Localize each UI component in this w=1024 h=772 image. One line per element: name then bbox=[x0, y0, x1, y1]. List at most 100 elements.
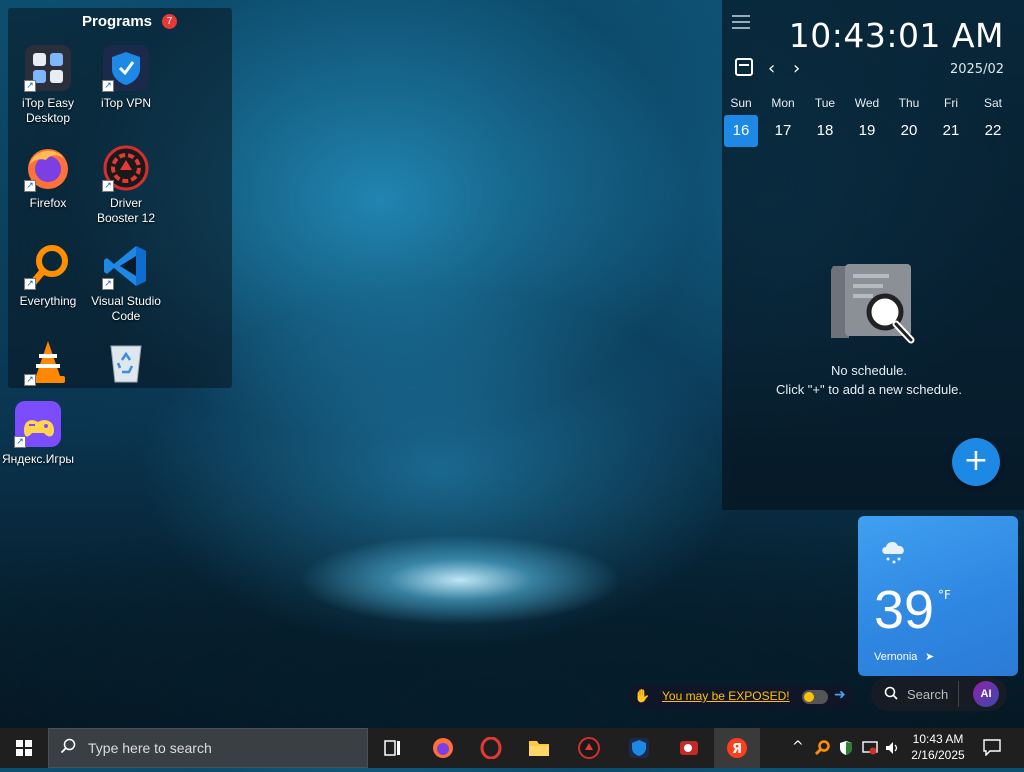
taskbar-opera[interactable] bbox=[468, 728, 514, 768]
divider bbox=[958, 681, 959, 707]
shortcut-arrow-icon: ↗ bbox=[24, 278, 36, 290]
month-label: 2025/02 bbox=[949, 62, 1004, 77]
fence-count-badge: 7 bbox=[162, 14, 177, 29]
start-button[interactable] bbox=[0, 728, 48, 768]
day-cell[interactable]: 17 bbox=[766, 115, 800, 147]
empty-schedule-icon bbox=[823, 258, 915, 348]
exposed-toggle[interactable] bbox=[802, 690, 828, 704]
desktop-icon-driver-booster[interactable]: ↗ Driver Booster 12 bbox=[88, 144, 164, 226]
add-schedule-button[interactable]: + bbox=[952, 438, 1000, 486]
firefox-icon: ↗ bbox=[24, 144, 72, 192]
taskbar-clock[interactable]: 10:43 AM 2/16/2025 bbox=[906, 731, 970, 763]
itop-vpn-icon bbox=[629, 738, 649, 758]
taskbar-screen-recorder[interactable] bbox=[666, 728, 712, 768]
taskbar-file-explorer[interactable] bbox=[516, 728, 562, 768]
day-cell[interactable]: 22 bbox=[976, 115, 1010, 147]
icon-label: iTop Easy Desktop bbox=[21, 96, 75, 125]
notification-icon[interactable] bbox=[982, 738, 1002, 757]
weekday-label: Tue bbox=[814, 96, 836, 110]
search-icon bbox=[60, 738, 76, 754]
icon-label: Visual Studio Code bbox=[91, 294, 161, 323]
taskbar-driver-booster[interactable] bbox=[566, 728, 612, 768]
location-arrow-icon: ➤ bbox=[925, 650, 935, 663]
arrow-right-icon[interactable]: ➜ bbox=[834, 687, 846, 703]
icon-label: Driver Booster 12 bbox=[96, 196, 156, 225]
shortcut-arrow-icon: ↗ bbox=[24, 180, 36, 192]
file-explorer-icon bbox=[529, 741, 549, 756]
shield-icon[interactable] bbox=[838, 740, 854, 760]
recycle-bin-icon bbox=[102, 338, 150, 386]
hamburger-menu-icon[interactable] bbox=[732, 15, 750, 29]
screen-recorder-icon bbox=[680, 741, 698, 755]
desktop-icon-vlc[interactable]: ↗ bbox=[10, 338, 86, 390]
shortcut-arrow-icon: ↗ bbox=[14, 436, 26, 448]
weather-location: Vernonia bbox=[874, 651, 918, 663]
day-cell[interactable]: 21 bbox=[934, 115, 968, 147]
desktop-icon-recycle-bin[interactable] bbox=[88, 338, 164, 390]
ai-assistant-button[interactable]: AI bbox=[973, 681, 999, 707]
vscode-icon: ↗ bbox=[102, 242, 150, 290]
desktop-icon-itop-easy-desktop[interactable]: ↗ iTop Easy Desktop bbox=[10, 44, 86, 126]
desktop-icon-everything[interactable]: ↗ Everything bbox=[10, 242, 86, 309]
icon-label: Firefox bbox=[29, 196, 67, 210]
driver-booster-icon bbox=[578, 737, 600, 759]
weather-unit: °F bbox=[938, 588, 951, 602]
desktop-icon-yandex-games[interactable]: ↗ Яндекс.Игры bbox=[0, 400, 76, 467]
task-view-button[interactable] bbox=[370, 728, 416, 768]
shortcut-arrow-icon: ↗ bbox=[24, 80, 36, 92]
taskbar-firefox[interactable] bbox=[420, 728, 466, 768]
search-icon bbox=[884, 685, 898, 700]
shortcut-arrow-icon: ↗ bbox=[24, 374, 36, 386]
everything-tray-icon[interactable] bbox=[814, 740, 830, 760]
itop-vpn-icon: ↗ bbox=[102, 44, 150, 92]
weekday-label: Wed bbox=[854, 96, 880, 110]
chevron-up-icon[interactable]: ^ bbox=[792, 739, 804, 755]
widget-search-input[interactable]: Search bbox=[907, 687, 948, 702]
chevron-right-icon[interactable]: › bbox=[793, 58, 800, 79]
exposed-warning-link[interactable]: You may be EXPOSED! bbox=[662, 689, 790, 703]
hand-warning-icon: ✋ bbox=[634, 689, 651, 704]
task-view-icon bbox=[384, 740, 400, 756]
taskbar-search-input[interactable]: Type here to search bbox=[88, 740, 212, 756]
desktop-icon-firefox[interactable]: ↗ Firefox bbox=[10, 144, 86, 211]
desktop-icon-itop-vpn[interactable]: ↗ iTop VPN bbox=[88, 44, 164, 111]
weekday-label: Sun bbox=[730, 96, 752, 110]
chevron-left-icon[interactable]: ‹ bbox=[768, 58, 775, 79]
empty-schedule-hint: Click "+" to add a new schedule. bbox=[776, 382, 962, 397]
weekday-label: Sat bbox=[983, 96, 1002, 110]
day-cell[interactable]: 20 bbox=[892, 115, 926, 147]
yandex-games-icon: ↗ bbox=[14, 400, 62, 448]
everything-search-icon: ↗ bbox=[24, 242, 72, 290]
day-cell-selected[interactable]: 16 bbox=[724, 115, 758, 147]
taskbar-date: 2/16/2025 bbox=[911, 748, 965, 762]
cloud-snow-icon bbox=[879, 538, 909, 566]
icon-label: iTop VPN bbox=[100, 96, 152, 110]
empty-schedule-message: No schedule. Click "+" to add a new sche… bbox=[740, 361, 998, 399]
yandex-browser-icon: Я bbox=[727, 738, 747, 758]
svg-text:Я: Я bbox=[732, 742, 742, 757]
opera-icon bbox=[480, 737, 502, 759]
volume-icon[interactable] bbox=[884, 740, 902, 760]
vlc-icon: ↗ bbox=[24, 338, 72, 386]
clock-time: 10:43:01 AM bbox=[788, 16, 1004, 55]
weekday-label: Fri bbox=[944, 96, 958, 110]
day-cell[interactable]: 18 bbox=[808, 115, 842, 147]
shortcut-arrow-icon: ↗ bbox=[102, 180, 114, 192]
network-monitor-icon[interactable] bbox=[862, 740, 878, 760]
shortcut-arrow-icon: ↗ bbox=[102, 278, 114, 290]
taskbar-time: 10:43 AM bbox=[912, 732, 964, 746]
calendar-icon[interactable] bbox=[735, 58, 753, 76]
day-cell[interactable]: 19 bbox=[850, 115, 884, 147]
weekday-label: Thu bbox=[898, 96, 920, 110]
taskbar-itop-vpn[interactable] bbox=[616, 728, 662, 768]
itop-easy-desktop-icon: ↗ bbox=[24, 44, 72, 92]
taskbar-yandex-browser[interactable]: Я bbox=[714, 728, 760, 768]
empty-schedule-title: No schedule. bbox=[831, 363, 907, 378]
weather-temperature: 39 bbox=[874, 580, 935, 640]
fence-title[interactable]: Programs bbox=[82, 13, 152, 30]
driver-booster-icon: ↗ bbox=[102, 144, 150, 192]
icon-label: Everything bbox=[19, 294, 77, 308]
firefox-icon bbox=[433, 738, 453, 758]
shortcut-arrow-icon: ↗ bbox=[102, 80, 114, 92]
desktop-icon-vscode[interactable]: ↗ Visual Studio Code bbox=[88, 242, 164, 324]
